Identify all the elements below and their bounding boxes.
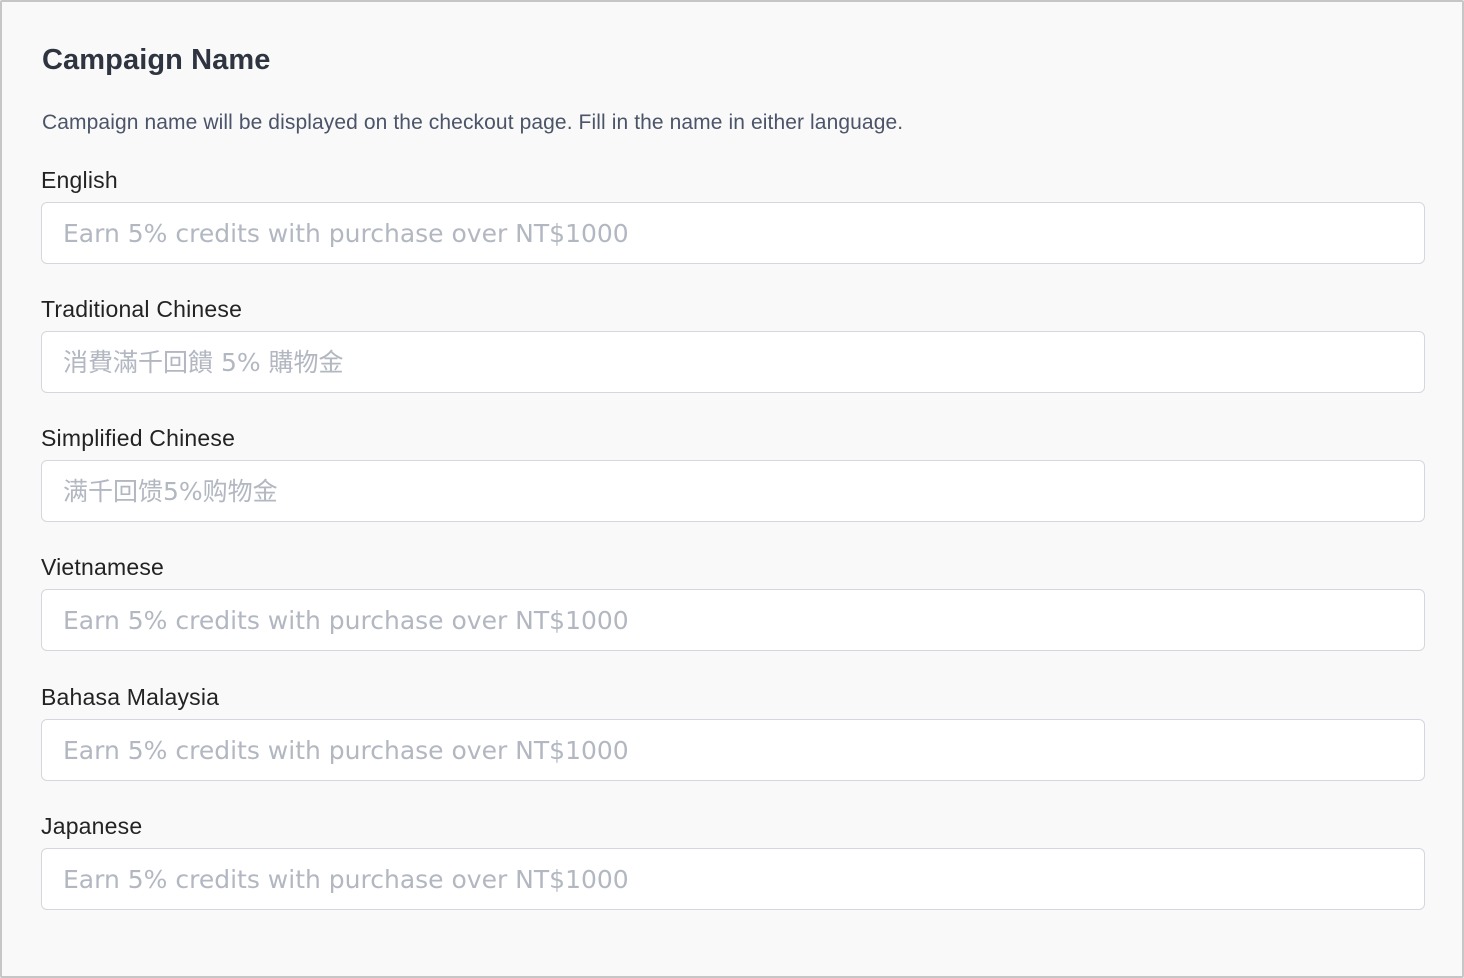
field-label-japanese: Japanese: [41, 813, 143, 839]
vietnamese-name-input[interactable]: [41, 589, 1425, 651]
japanese-name-input[interactable]: [41, 848, 1425, 910]
field-traditional-chinese: Traditional Chinese: [41, 294, 1425, 393]
field-label-traditional-chinese: Traditional Chinese: [41, 296, 243, 322]
field-label-english: English: [41, 167, 118, 193]
simplified-chinese-name-input[interactable]: [41, 460, 1425, 522]
traditional-chinese-name-input[interactable]: [41, 331, 1425, 393]
field-english: English: [41, 165, 1425, 264]
field-label-vietnamese: Vietnamese: [41, 554, 165, 580]
section-title: Campaign Name: [42, 44, 271, 76]
field-label-bahasa-malaysia: Bahasa Malaysia: [41, 684, 220, 710]
english-name-input[interactable]: [41, 202, 1425, 264]
bahasa-malaysia-name-input[interactable]: [41, 719, 1425, 781]
campaign-name-panel: Campaign Name Campaign name will be disp…: [0, 0, 1464, 978]
section-description: Campaign name will be displayed on the c…: [42, 111, 904, 134]
field-bahasa-malaysia: Bahasa Malaysia: [41, 682, 1425, 781]
field-simplified-chinese: Simplified Chinese: [41, 423, 1425, 522]
field-vietnamese: Vietnamese: [41, 552, 1425, 651]
field-japanese: Japanese: [41, 811, 1425, 910]
field-label-simplified-chinese: Simplified Chinese: [41, 425, 236, 451]
